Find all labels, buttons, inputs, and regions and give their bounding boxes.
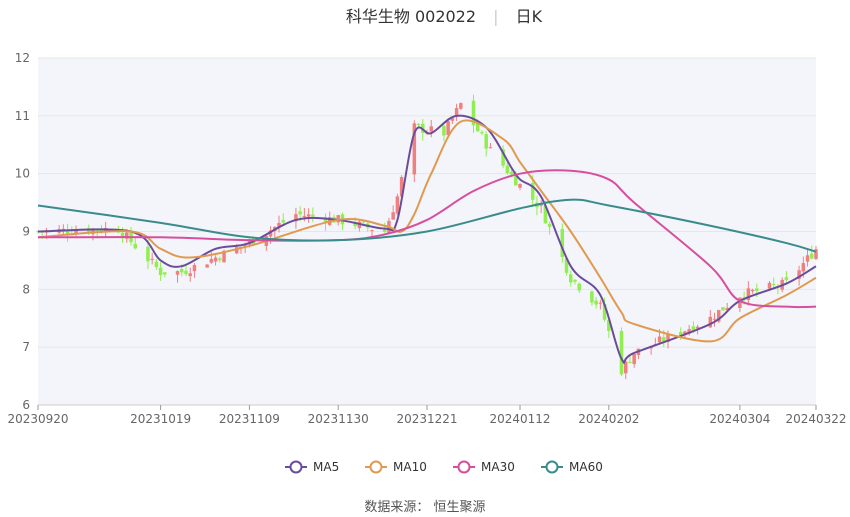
y-axis: 6 7 8 9 10 11 12 [15, 51, 30, 412]
x-tick-label: 20231130 [308, 412, 369, 426]
candle-body [590, 291, 594, 303]
x-tick-label: 20240304 [709, 412, 770, 426]
candle-body [721, 307, 725, 311]
candle-body [509, 172, 514, 175]
legend-label: MA5 [313, 460, 339, 474]
candle-body [184, 270, 188, 275]
x-tick-label: 20231221 [396, 412, 457, 426]
legend-item-ma10[interactable]: MA10 [365, 460, 427, 474]
candle-body [65, 231, 70, 234]
candle-body [391, 212, 395, 220]
y-tick-label: 10 [15, 167, 30, 181]
kline-chart: 科华生物 002022 | 日K 6789101112 20230920 2023… [7, 7, 847, 515]
candle-body [750, 289, 755, 292]
candle-body [628, 361, 632, 363]
legend-label: MA60 [569, 460, 603, 474]
candle-body [158, 267, 163, 275]
candle-body [488, 147, 493, 149]
candle-body [619, 330, 624, 375]
candle-body [805, 255, 810, 262]
y-tick-label: 6 [22, 398, 30, 412]
candle-body [484, 134, 488, 149]
candle-body [205, 264, 209, 268]
candle-body [163, 272, 167, 275]
candle-body [429, 126, 433, 132]
candle [619, 327, 624, 377]
chart-title: 科华生物 002022 | 日K [346, 7, 543, 26]
legend-label: MA10 [393, 460, 427, 474]
candle-body [370, 230, 374, 232]
candle-body [281, 220, 285, 223]
candle-body [302, 215, 307, 217]
candle-body [213, 257, 218, 262]
y-tick-label: 11 [15, 109, 30, 123]
legend-item-ma60[interactable]: MA60 [541, 460, 603, 474]
candle-body [712, 318, 717, 320]
candle-body [594, 300, 598, 305]
candle-body [755, 288, 759, 291]
candle-body [416, 123, 421, 126]
candle-body [218, 258, 222, 261]
candle-body [518, 183, 522, 188]
candle-body [459, 103, 463, 109]
candle-body [771, 284, 776, 286]
candle-body [442, 125, 446, 136]
candle-body [480, 132, 484, 134]
candle-body [810, 253, 814, 259]
candle-body [306, 214, 311, 217]
legend-label: MA30 [481, 460, 515, 474]
chart-period: 日K [516, 7, 543, 26]
legend-marker [457, 460, 471, 474]
candle-body [573, 279, 577, 282]
y-tick-label: 7 [22, 340, 30, 354]
legend-item-ma30[interactable]: MA30 [453, 460, 515, 474]
x-tick-label: 20240322 [785, 412, 846, 426]
candle-body [180, 268, 184, 273]
candle-body [382, 229, 387, 232]
chart-legend: MA5 MA10 MA30 MA60 [285, 460, 603, 474]
candle-body [657, 336, 662, 343]
candle-body [175, 271, 180, 275]
legend-marker [289, 460, 303, 474]
candle-body [133, 243, 138, 249]
x-tick-label: 20231019 [130, 412, 191, 426]
candle [721, 307, 725, 311]
candle-body [598, 302, 603, 304]
candle-body [311, 214, 315, 217]
x-axis: 20230920 20231019 20231109 20231130 20231221… [7, 405, 847, 426]
data-source: 数据来源： 恒生聚源 [364, 500, 485, 515]
legend-item-ma5[interactable]: MA5 [285, 460, 339, 474]
x-tick-label: 20240112 [489, 412, 550, 426]
x-tick-label: 20240202 [578, 412, 639, 426]
candle-body [577, 283, 581, 291]
candle-body [505, 165, 510, 174]
candle-body [708, 316, 713, 328]
candle-body [150, 258, 154, 260]
title-separator: | [493, 7, 498, 26]
candle-body [784, 277, 789, 281]
legend-marker [369, 460, 383, 474]
candle-body [547, 224, 552, 227]
stock-name: 科华生物 002022 [346, 7, 476, 26]
candle-body [209, 258, 214, 263]
candle-body [188, 273, 192, 277]
candle-body [192, 264, 197, 272]
candle-body [632, 354, 636, 365]
legend-marker [545, 460, 559, 474]
y-tick-label: 9 [22, 225, 30, 239]
y-tick-label: 8 [22, 282, 30, 296]
x-tick-label: 20230920 [7, 412, 68, 426]
candle-body [146, 246, 150, 262]
x-tick-label: 20231109 [219, 412, 280, 426]
candle-body [801, 263, 806, 272]
candle [716, 309, 721, 324]
candle-body [298, 211, 302, 215]
candle-body [154, 261, 159, 268]
candle-body [569, 274, 573, 283]
candle-body [767, 282, 772, 289]
y-tick-label: 12 [15, 51, 30, 65]
